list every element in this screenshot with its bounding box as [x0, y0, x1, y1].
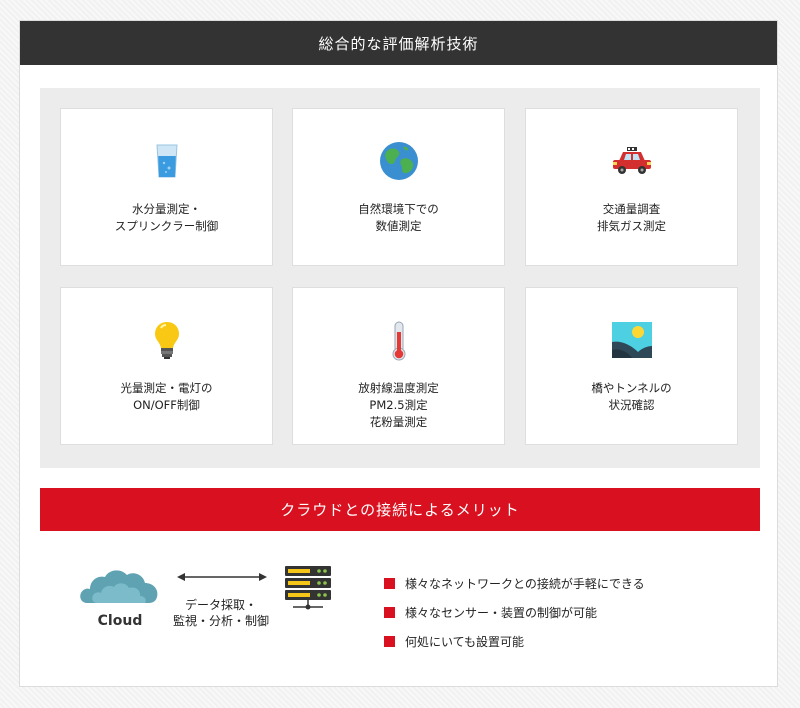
- water-glass-icon: [155, 144, 178, 178]
- benefit-text: 何処にいても設置可能: [405, 635, 525, 649]
- cloud-icon: [80, 570, 158, 603]
- feature-card-infrastructure: 橋やトンネルの 状況確認: [525, 287, 738, 445]
- feature-card-label: 水分量測定・ スプリンクラー制御: [114, 202, 219, 233]
- feature-card-label: 橋やトンネルの 状況確認: [591, 381, 672, 412]
- feature-card-label: 放射線温度測定 PM2.5測定 花粉量測定: [358, 381, 439, 429]
- bullet-square-icon: [384, 578, 395, 589]
- feature-card-label: 光量測定・電灯の ON/OFF制御: [120, 381, 213, 412]
- globe-icon: [379, 142, 418, 180]
- bullet-square-icon: [384, 636, 395, 647]
- feature-card-light: 光量測定・電灯の ON/OFF制御: [60, 287, 273, 445]
- benefit-item: 様々なセンサー・装置の制御が可能: [384, 598, 645, 627]
- feature-card-label: 交通量調査 排気ガス測定: [597, 202, 666, 233]
- page-title: 総合的な評価解析技術: [20, 21, 777, 65]
- feature-card-water: 水分量測定・ スプリンクラー制御: [60, 108, 273, 266]
- bullet-square-icon: [384, 607, 395, 618]
- benefit-item: 様々なネットワークとの接続が手軽にできる: [384, 569, 645, 598]
- car-icon: [612, 147, 651, 174]
- feature-card-traffic: 交通量調査 排気ガス測定: [525, 108, 738, 266]
- bidirectional-arrow-icon: [177, 573, 267, 581]
- cloud-label: Cloud: [97, 613, 143, 629]
- feature-grid: 水分量測定・ スプリンクラー制御 自然環境下での 数値測定 交通量調査 排気ガス…: [40, 88, 760, 468]
- feature-card-measurement: 放射線温度測定 PM2.5測定 花粉量測定: [292, 287, 505, 445]
- page-title-text: 総合的な評価解析技術: [318, 34, 479, 53]
- server-icon: [285, 566, 331, 610]
- landscape-image-icon: [611, 322, 652, 358]
- benefit-text: 様々なセンサー・装置の制御が可能: [405, 606, 598, 620]
- cloud-benefits-title-text: クラウドとの接続によるメリット: [280, 501, 520, 519]
- feature-card-environment: 自然環境下での 数値測定: [292, 108, 505, 266]
- benefit-item: 何処にいても設置可能: [384, 627, 645, 656]
- benefit-text: 様々なネットワークとの接続が手軽にできる: [405, 577, 645, 591]
- lightbulb-icon: [154, 322, 179, 359]
- thermometer-icon: [392, 321, 405, 361]
- feature-card-label: 自然環境下での 数値測定: [358, 202, 439, 233]
- benefits-list: 様々なネットワークとの接続が手軽にできる 様々なセンサー・装置の制御が可能 何処…: [384, 569, 645, 656]
- main-panel: 総合的な評価解析技術 水分量測定・ スプリンクラー制御 自然環境下での 数値測定: [19, 20, 778, 687]
- data-flow-label: データ採取・ 監視・分析・制御: [172, 598, 269, 628]
- cloud-benefits-title: クラウドとの接続によるメリット: [40, 488, 760, 531]
